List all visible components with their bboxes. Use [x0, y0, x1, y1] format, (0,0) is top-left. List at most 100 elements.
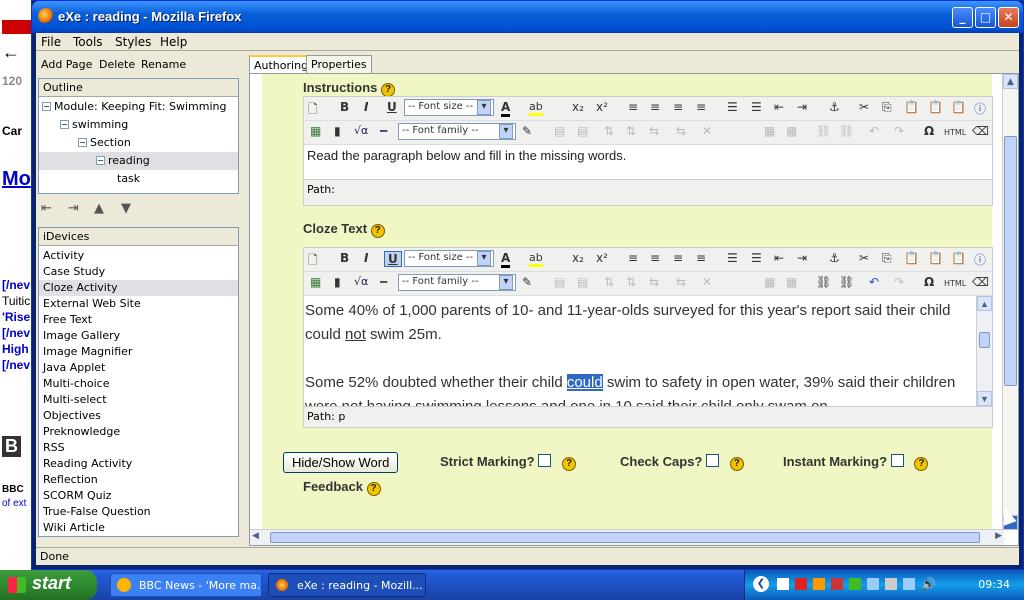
- html-icon[interactable]: HTML: [944, 128, 966, 137]
- instructions-text[interactable]: Read the paragraph below and fill in the…: [304, 145, 992, 179]
- highlight-icon[interactable]: ab: [529, 251, 543, 267]
- content-hscrollbar[interactable]: ◀ ▶: [250, 529, 1004, 545]
- align-right-icon[interactable]: ≡: [673, 100, 683, 114]
- bullet-list-icon[interactable]: ☰: [727, 100, 738, 114]
- tray-icon[interactable]: [813, 578, 825, 590]
- bg-link[interactable]: Mo: [2, 168, 31, 191]
- idevice-item[interactable]: Activity: [39, 248, 238, 264]
- idevice-item[interactable]: Free Text: [39, 312, 238, 328]
- idevice-item[interactable]: RSS: [39, 440, 238, 456]
- align-left-icon[interactable]: ≡: [628, 251, 638, 265]
- paste-word-icon[interactable]: 📋: [951, 100, 966, 114]
- paste-icon[interactable]: 📋: [904, 251, 919, 265]
- scroll-thumb[interactable]: [1004, 136, 1017, 386]
- scroll-up-icon[interactable]: ▲: [977, 296, 992, 311]
- cut-icon[interactable]: ✂: [859, 100, 869, 114]
- subscript-icon[interactable]: x₂: [572, 100, 584, 114]
- idevice-item[interactable]: True-False Question: [39, 504, 238, 520]
- html-icon[interactable]: HTML: [944, 279, 966, 288]
- cut-icon[interactable]: ✂: [859, 251, 869, 265]
- move-up-icon[interactable]: ▲: [94, 201, 104, 216]
- help-editor-icon[interactable]: ⓘ: [974, 100, 986, 117]
- outdent-icon[interactable]: ⇤: [774, 251, 784, 265]
- bold-icon[interactable]: B: [340, 251, 349, 265]
- tree-node-task[interactable]: task: [117, 172, 140, 185]
- hr-icon[interactable]: ━: [380, 124, 387, 138]
- indent-icon[interactable]: ⇥: [797, 251, 807, 265]
- font-family-select[interactable]: -- Font family --: [398, 274, 516, 291]
- idevice-item[interactable]: Preknowledge: [39, 424, 238, 440]
- cloze-gap-word[interactable]: not: [345, 326, 366, 343]
- idevice-item[interactable]: Wiki Article: [39, 520, 238, 536]
- align-center-icon[interactable]: ≡: [650, 100, 660, 114]
- tray-icon[interactable]: [777, 578, 789, 590]
- link-icon[interactable]: ⛓: [816, 275, 831, 289]
- outdent-icon[interactable]: ⇤: [774, 100, 784, 114]
- back-arrow-icon[interactable]: ←: [2, 42, 20, 63]
- idevice-item[interactable]: Cloze Activity: [39, 280, 238, 296]
- tray-icon[interactable]: [885, 578, 897, 590]
- media-icon[interactable]: ▮: [334, 124, 341, 138]
- tab-authoring[interactable]: Authoring: [249, 55, 314, 74]
- tree-node-reading[interactable]: − reading: [39, 152, 238, 170]
- tray-icon[interactable]: [849, 578, 861, 590]
- underline-icon[interactable]: U: [384, 251, 402, 267]
- justify-icon[interactable]: ≡: [696, 251, 706, 265]
- scroll-down-icon[interactable]: ▼: [977, 391, 992, 406]
- edit-source-icon[interactable]: ✎: [522, 124, 532, 138]
- tray-icon[interactable]: [831, 578, 843, 590]
- tree-node-section[interactable]: − Section: [78, 136, 131, 149]
- scroll-right-icon[interactable]: ▶: [995, 531, 1002, 541]
- paste-text-icon[interactable]: 📋: [928, 100, 943, 114]
- idevice-item[interactable]: SCORM Quiz: [39, 488, 238, 504]
- help-icon[interactable]: ?: [729, 457, 744, 471]
- eraser-icon[interactable]: ⌫: [972, 275, 989, 289]
- task-exe-reading[interactable]: eXe : reading - Mozill...: [268, 573, 426, 597]
- paste-text-icon[interactable]: 📋: [928, 251, 943, 265]
- idevice-item[interactable]: Objectives: [39, 408, 238, 424]
- copy-icon[interactable]: ⎘: [882, 100, 892, 115]
- network-icon[interactable]: [867, 578, 879, 590]
- close-button[interactable]: ✕: [998, 7, 1019, 28]
- title-bar[interactable]: eXe : reading - Mozilla Firefox _ □ ✕: [32, 1, 1023, 33]
- bg-link[interactable]: 'Rise: [2, 310, 30, 324]
- anchor-icon[interactable]: ⚓: [829, 251, 840, 265]
- align-left-icon[interactable]: ≡: [628, 100, 638, 114]
- superscript-icon[interactable]: x²: [596, 100, 608, 114]
- scroll-up-icon[interactable]: ▲: [1003, 74, 1018, 89]
- maximize-button[interactable]: □: [975, 7, 996, 28]
- delete-button[interactable]: Delete: [99, 58, 135, 71]
- font-color-icon[interactable]: A: [501, 251, 511, 268]
- collapse-icon[interactable]: −: [96, 156, 105, 165]
- underline-icon[interactable]: U: [387, 100, 397, 114]
- cloze-text-area[interactable]: Some 40% of 1,000 parents of 10- and 11-…: [304, 296, 992, 406]
- tray-icon[interactable]: [903, 578, 915, 590]
- instant-marking-checkbox[interactable]: [890, 454, 904, 467]
- help-icon[interactable]: ?: [370, 224, 385, 238]
- math-icon[interactable]: √α: [354, 124, 368, 137]
- volume-icon[interactable]: 🔊: [921, 577, 936, 591]
- check-caps-checkbox[interactable]: [706, 454, 719, 467]
- math-icon[interactable]: √α: [354, 275, 368, 288]
- edit-source-icon[interactable]: ✎: [522, 275, 532, 289]
- start-button[interactable]: start: [0, 570, 97, 600]
- hide-show-word-button[interactable]: Hide/Show Word: [283, 452, 399, 473]
- align-center-icon[interactable]: ≡: [650, 251, 660, 265]
- numbered-list-icon[interactable]: ☰: [751, 251, 762, 265]
- bg-link[interactable]: [/nev: [2, 278, 30, 292]
- undo-icon[interactable]: ↶: [869, 275, 879, 289]
- collapse-icon[interactable]: −: [78, 138, 87, 147]
- font-family-select[interactable]: -- Font family --: [398, 123, 516, 140]
- italic-icon[interactable]: I: [364, 100, 368, 114]
- help-icon[interactable]: ?: [562, 457, 577, 471]
- scroll-thumb[interactable]: [979, 332, 990, 348]
- menu-styles[interactable]: Styles: [115, 35, 151, 49]
- indent-icon[interactable]: ⇥: [797, 100, 807, 114]
- copy-icon[interactable]: ⎘: [882, 251, 892, 266]
- bold-icon[interactable]: B: [340, 100, 349, 114]
- media-icon[interactable]: ▮: [334, 275, 341, 289]
- superscript-icon[interactable]: x²: [596, 251, 608, 265]
- collapse-icon[interactable]: −: [42, 102, 51, 111]
- paste-word-icon[interactable]: 📋: [951, 251, 966, 265]
- paste-icon[interactable]: 📋: [904, 100, 919, 114]
